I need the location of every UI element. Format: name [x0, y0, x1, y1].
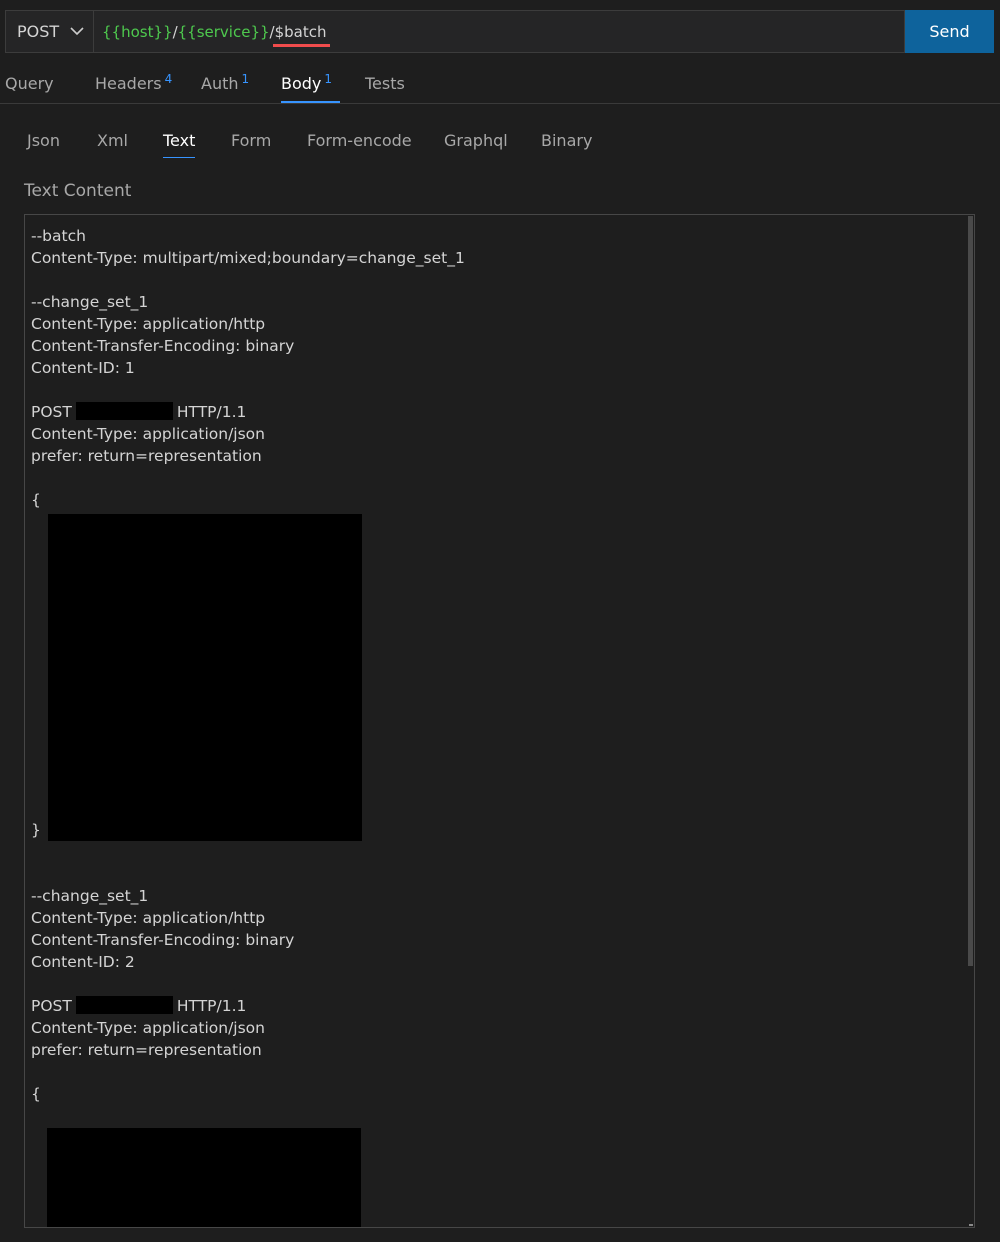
text-line-content: POST [31, 403, 72, 421]
url-input[interactable]: {{host}} / {{service}} / $batch [93, 10, 905, 53]
text-line-content: Content-ID: 1 [31, 359, 135, 377]
text-line: POST HTTP/1.1 [31, 401, 465, 423]
text-line-content: prefer: return=representation [31, 447, 262, 465]
text-line: Content-Type: application/http [31, 313, 465, 335]
body-tab-form-encode[interactable]: Form-encode [307, 131, 412, 150]
text-line: --change_set_1 [31, 291, 465, 313]
text-line: POST HTTP/1.1 [31, 995, 465, 1017]
text-line: Content-ID: 1 [31, 357, 465, 379]
text-line: Content-Transfer-Encoding: binary [31, 929, 465, 951]
tab-label: Tests [365, 74, 405, 93]
text-line-content: { [31, 491, 41, 509]
tab-label: Auth [201, 74, 239, 93]
text-line: Content-Transfer-Encoding: binary [31, 335, 465, 357]
tab-query[interactable]: Query [5, 72, 57, 93]
text-line: Content-Type: application/json [31, 423, 465, 445]
body-type-tabs: Json Xml Text Form Form-encode Graphql B… [0, 128, 1000, 164]
text-line [31, 863, 465, 885]
redacted-json-body [47, 1128, 361, 1227]
body-tab-xml[interactable]: Xml [97, 131, 128, 150]
chevron-down-icon [70, 27, 84, 36]
text-line-content: Content-Type: application/http [31, 315, 266, 333]
text-line: --change_set_1 [31, 885, 465, 907]
url-host-variable: {{host}} [102, 22, 173, 41]
tab-badge: 4 [164, 72, 173, 86]
body-tab-binary[interactable]: Binary [541, 131, 592, 150]
tab-body[interactable]: Body 1 [281, 72, 341, 103]
tab-badge: 1 [241, 72, 250, 86]
text-line [31, 841, 465, 863]
body-tab-graphql[interactable]: Graphql [444, 131, 508, 150]
text-line [31, 973, 465, 995]
scrollbar-thumb[interactable] [968, 216, 973, 966]
text-line-content: { [31, 1085, 41, 1103]
tab-badge: 1 [324, 72, 333, 86]
text-line-content: --change_set_1 [31, 887, 149, 905]
redacted-url [75, 996, 173, 1014]
url-service-variable: {{service}} [177, 22, 270, 41]
tab-headers[interactable]: Headers 4 [95, 72, 172, 93]
text-line-content: Content-Type: application/http [31, 909, 266, 927]
method-label: POST [17, 22, 60, 41]
request-bar: POST {{host}} / {{service}} / $batch Sen… [5, 10, 994, 53]
text-line: prefer: return=representation [31, 445, 465, 467]
text-line-content: --change_set_1 [31, 293, 149, 311]
tab-label: Body [281, 74, 322, 93]
text-line-content: } [31, 821, 41, 839]
text-line-content: POST [31, 997, 72, 1015]
body-tab-json[interactable]: Json [27, 131, 60, 150]
scrollbar-track [966, 215, 974, 1227]
http-version: HTTP/1.1 [176, 403, 247, 421]
text-content-label: Text Content [24, 181, 132, 201]
text-line-content: Content-ID: 2 [31, 953, 135, 971]
body-tab-form[interactable]: Form [231, 131, 271, 150]
text-content-editor[interactable]: --batch Content-Type: multipart/mixed;bou… [24, 214, 975, 1228]
text-line-content: Content-Type: application/json [31, 425, 265, 443]
text-line [31, 379, 465, 401]
request-tabs: Query Headers 4 Auth 1 Body 1 Tests [0, 60, 1000, 104]
text-line-content: Content-Type: multipart/mixed;boundary=c… [31, 249, 465, 267]
text-line-content: Content-Type: application/json [31, 1019, 265, 1037]
text-line-content: Content-Transfer-Encoding: binary [31, 931, 295, 949]
text-line: prefer: return=representation [31, 1039, 465, 1061]
text-line: Content-Type: application/http [31, 907, 465, 929]
method-select[interactable]: POST [5, 10, 93, 53]
text-line-content: prefer: return=representation [31, 1041, 262, 1059]
text-line [31, 269, 465, 291]
resize-handle[interactable] [969, 1224, 973, 1226]
text-line-content: --batch [31, 227, 86, 245]
text-line [31, 467, 465, 489]
text-line-content: Content-Transfer-Encoding: binary [31, 337, 295, 355]
redacted-url [75, 402, 173, 420]
tab-label: Headers [95, 74, 162, 93]
text-line: { [31, 489, 465, 511]
text-line: { [31, 1083, 465, 1105]
send-button[interactable]: Send [905, 10, 994, 53]
redacted-json-body [48, 514, 362, 841]
url-path: $batch [272, 22, 330, 47]
body-tab-text[interactable]: Text [163, 131, 196, 158]
text-line: Content-Type: application/json [31, 1017, 465, 1039]
http-version: HTTP/1.1 [176, 997, 247, 1015]
text-line: Content-Type: multipart/mixed;boundary=c… [31, 247, 465, 269]
text-line: Content-ID: 2 [31, 951, 465, 973]
text-line: --batch [31, 225, 465, 247]
text-line [31, 1061, 465, 1083]
tab-label: Query [5, 74, 54, 93]
tab-auth[interactable]: Auth 1 [201, 72, 249, 93]
tab-tests[interactable]: Tests [365, 72, 408, 93]
